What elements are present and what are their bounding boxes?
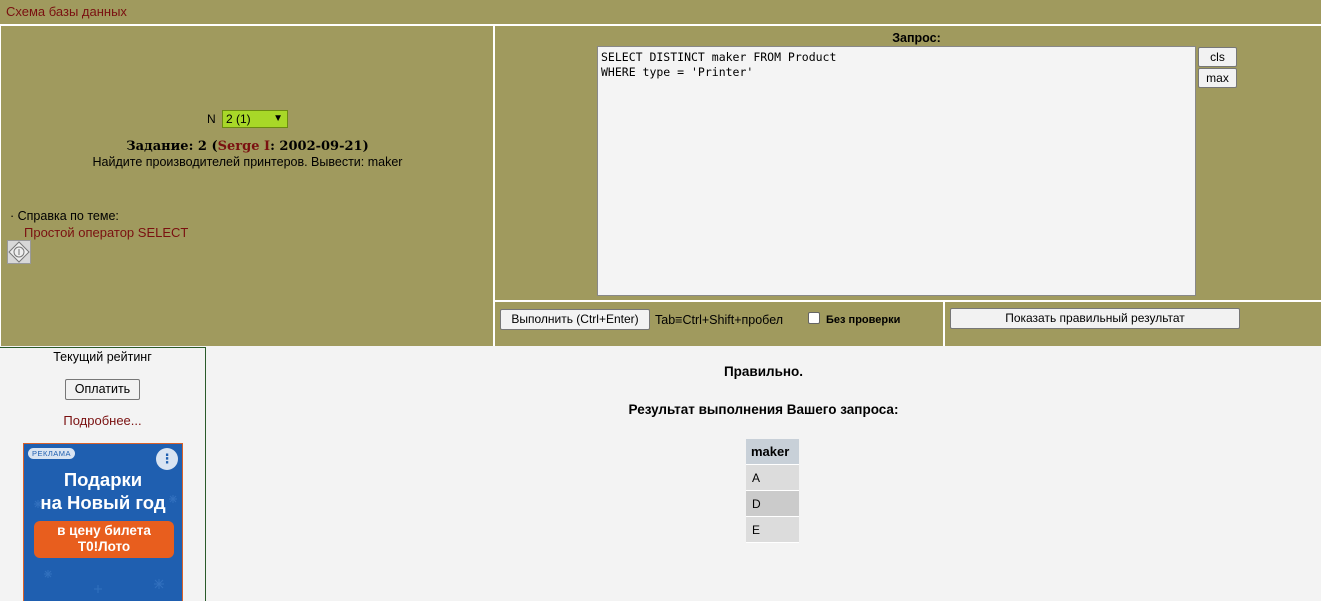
help-label: · Справка по теме: [10,209,119,223]
no-check-checkbox[interactable] [808,312,820,324]
task-author[interactable]: Serge I [218,139,270,154]
column-header: maker [746,439,799,465]
table-cell: D [746,491,799,517]
ad-cta-line: Т0!Лото [77,539,131,554]
table-row: D [746,491,799,517]
sidebar: Текущий рейтинг Оплатить Подробнее... РЕ… [0,347,206,601]
task-number-label: N [206,112,216,126]
max-button[interactable]: max [1198,68,1237,88]
more-link[interactable]: Подробнее... [0,413,205,428]
query-label: Запрос: [892,31,941,45]
task-panel: N 2 (1) ▼ Задание: 2 (Serge I: 2002-09-2… [0,26,493,346]
task-select[interactable]: 2 (1) ▼ [222,110,288,128]
result-table: maker A D E [746,439,799,543]
top-bar: Схема базы данных [0,0,1321,24]
ad-cta[interactable]: в цену билета Т0!Лото [34,521,174,558]
task-title: Задание: 2 (Serge I: 2002-09-21) [1,139,494,154]
result-status: Правильно. [723,364,804,379]
ad-cta-line: в цену билета [57,523,151,538]
result-title: Результат выполнения Вашего запроса: [628,402,899,417]
help-diamond-icon[interactable] [7,240,31,264]
no-check-label: Без проверки [826,314,901,326]
query-textarea[interactable]: SELECT DISTINCT maker FROM Product WHERE… [597,46,1196,296]
cls-button[interactable]: cls [1198,47,1237,67]
run-query-button[interactable]: Выполнить (Ctrl+Enter) [500,309,650,330]
ad-title: Подарки на Новый год [24,468,182,514]
action-bar-right: Показать правильный результат [945,302,1321,346]
pay-button[interactable]: Оплатить [65,379,140,400]
rating-label: Текущий рейтинг [53,350,152,364]
task-number-row: N 2 (1) ▼ [1,110,494,128]
chevron-down-icon: ▼ [273,113,283,124]
ad-title-line: на Новый год [40,492,166,513]
show-correct-result-button[interactable]: Показать правильный результат [950,308,1240,329]
ad-banner[interactable]: РЕКЛАМА ⋮ Подарки на Новый год в цену би… [23,443,183,601]
action-bar: Выполнить (Ctrl+Enter) Tab≡Ctrl+Shift+пр… [495,302,943,346]
ad-title-line: Подарки [63,469,143,490]
help-link[interactable]: Простой оператор SELECT [24,225,188,240]
shortcut-hint: Tab≡Ctrl+Shift+пробел [655,313,784,327]
task-description: Найдите производителей принтеров. Вывест… [92,155,403,169]
schema-link[interactable]: Схема базы данных [6,4,127,19]
table-cell: E [746,517,799,543]
table-header-row: maker [746,439,799,465]
task-select-value: 2 (1) [226,112,251,126]
query-panel: Запрос: SELECT DISTINCT maker FROM Produ… [495,26,1321,300]
more-vertical-icon[interactable]: ⋮ [156,448,178,470]
table-cell: A [746,465,799,491]
ad-badge: РЕКЛАМА [28,448,76,459]
task-title-prefix: Задание: 2 ( [126,139,218,154]
table-row: E [746,517,799,543]
table-row: A [746,465,799,491]
task-title-suffix: : 2002-09-21) [270,139,369,154]
